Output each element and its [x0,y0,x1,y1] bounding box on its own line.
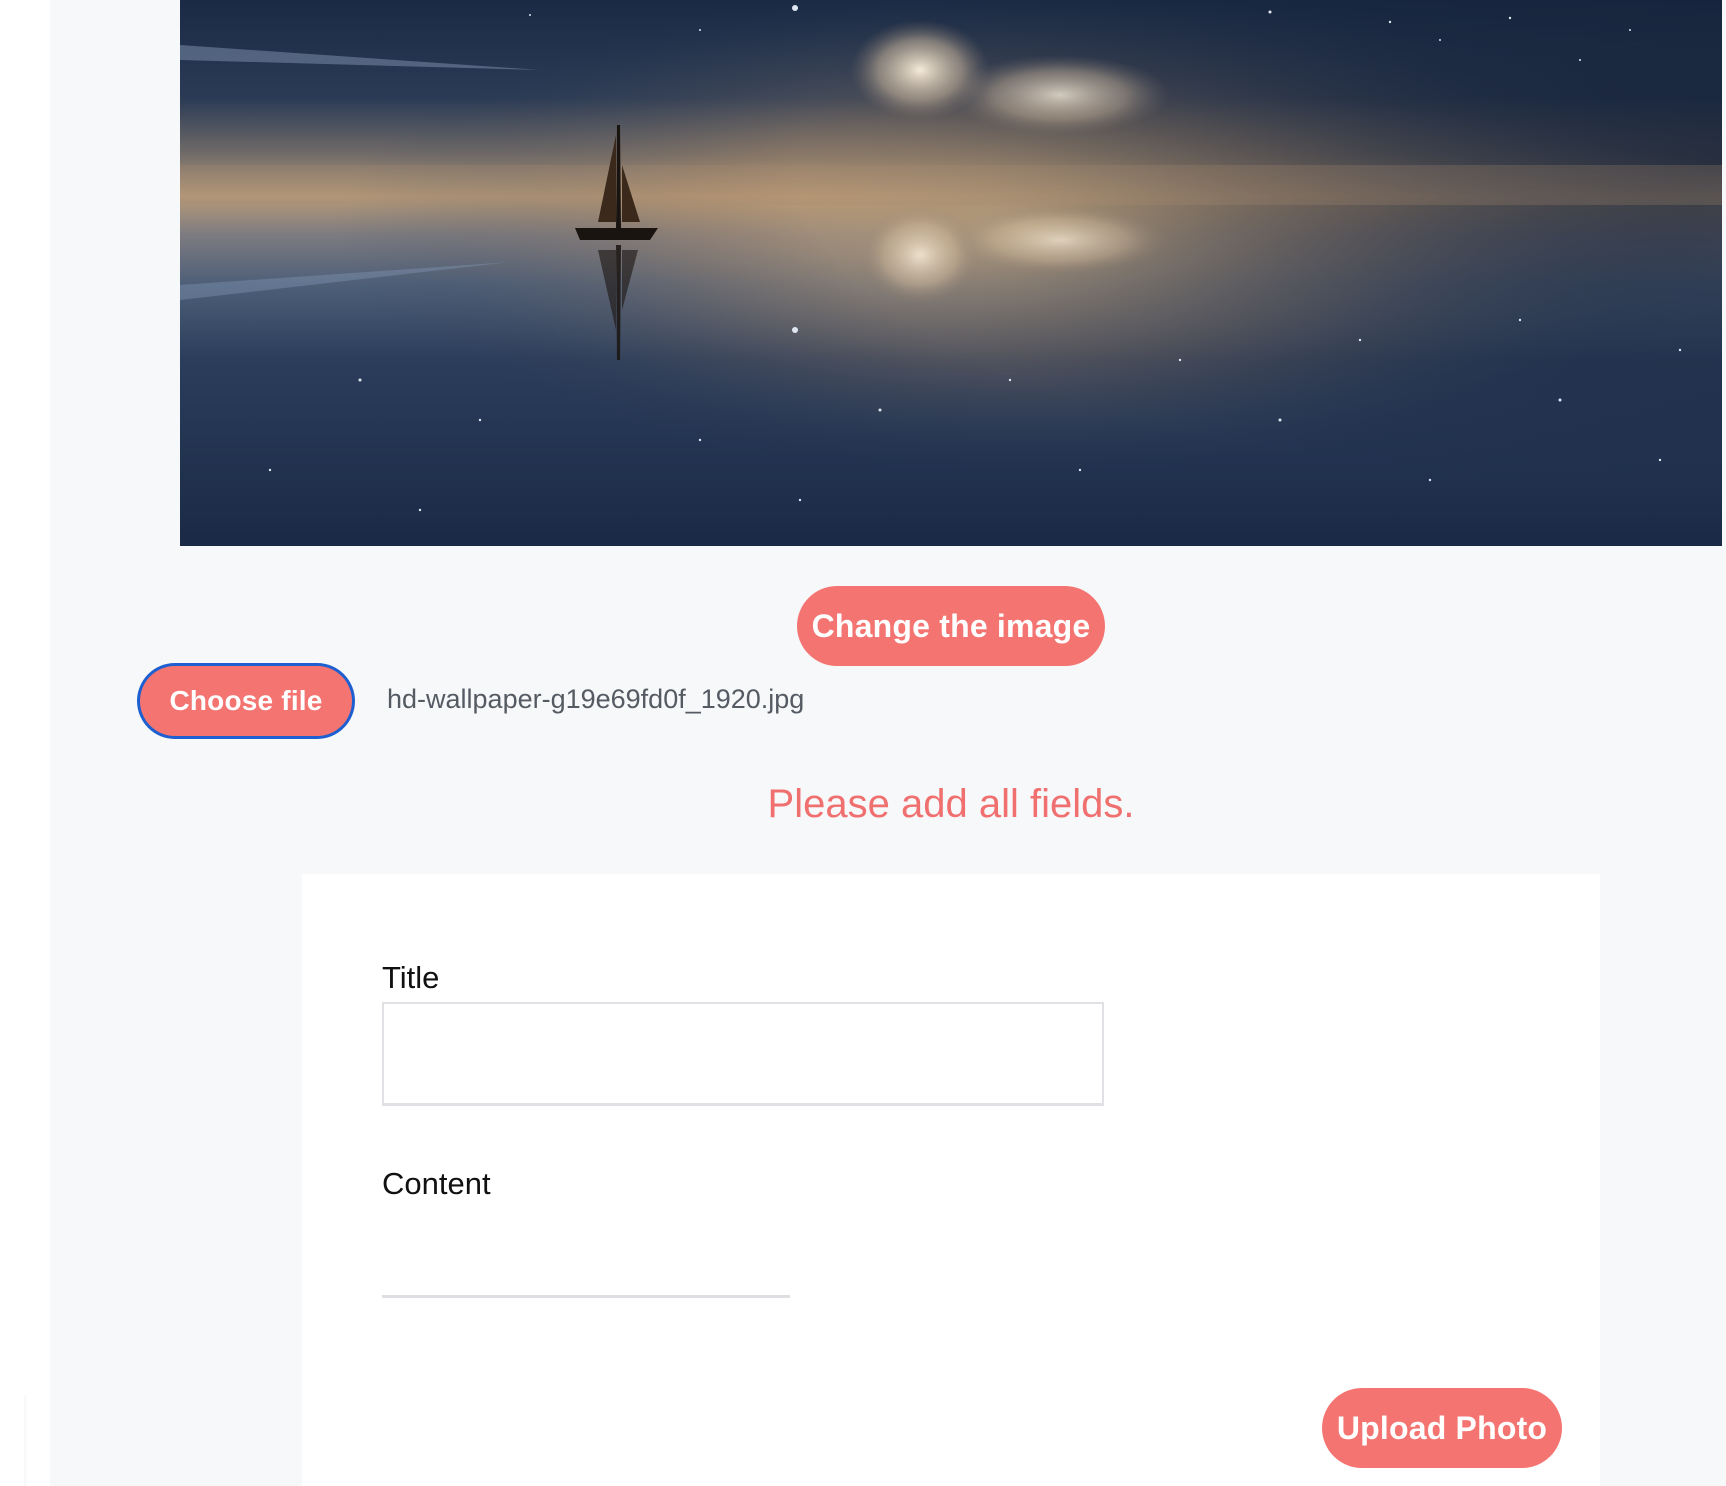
error-message: Please add all fields. [767,782,1135,826]
title-input[interactable] [382,1002,1104,1106]
title-label: Title [382,960,440,995]
change-image-button[interactable]: Change the image [797,586,1105,666]
night-sea-sailboat-image [180,0,1722,546]
content-label: Content [382,1166,491,1201]
page-edge-shadow [24,1395,28,1486]
page-container: Change the image Choose file hd-wallpape… [50,0,1726,1486]
content-input[interactable] [382,1214,790,1298]
hero-image [180,0,1722,546]
upload-form: Title Content Upload Photo [302,874,1600,1486]
choose-file-button[interactable]: Choose file [140,666,352,736]
selected-file-name: hd-wallpaper-g19e69fd0f_1920.jpg [387,684,805,714]
upload-photo-button[interactable]: Upload Photo [1322,1388,1562,1468]
